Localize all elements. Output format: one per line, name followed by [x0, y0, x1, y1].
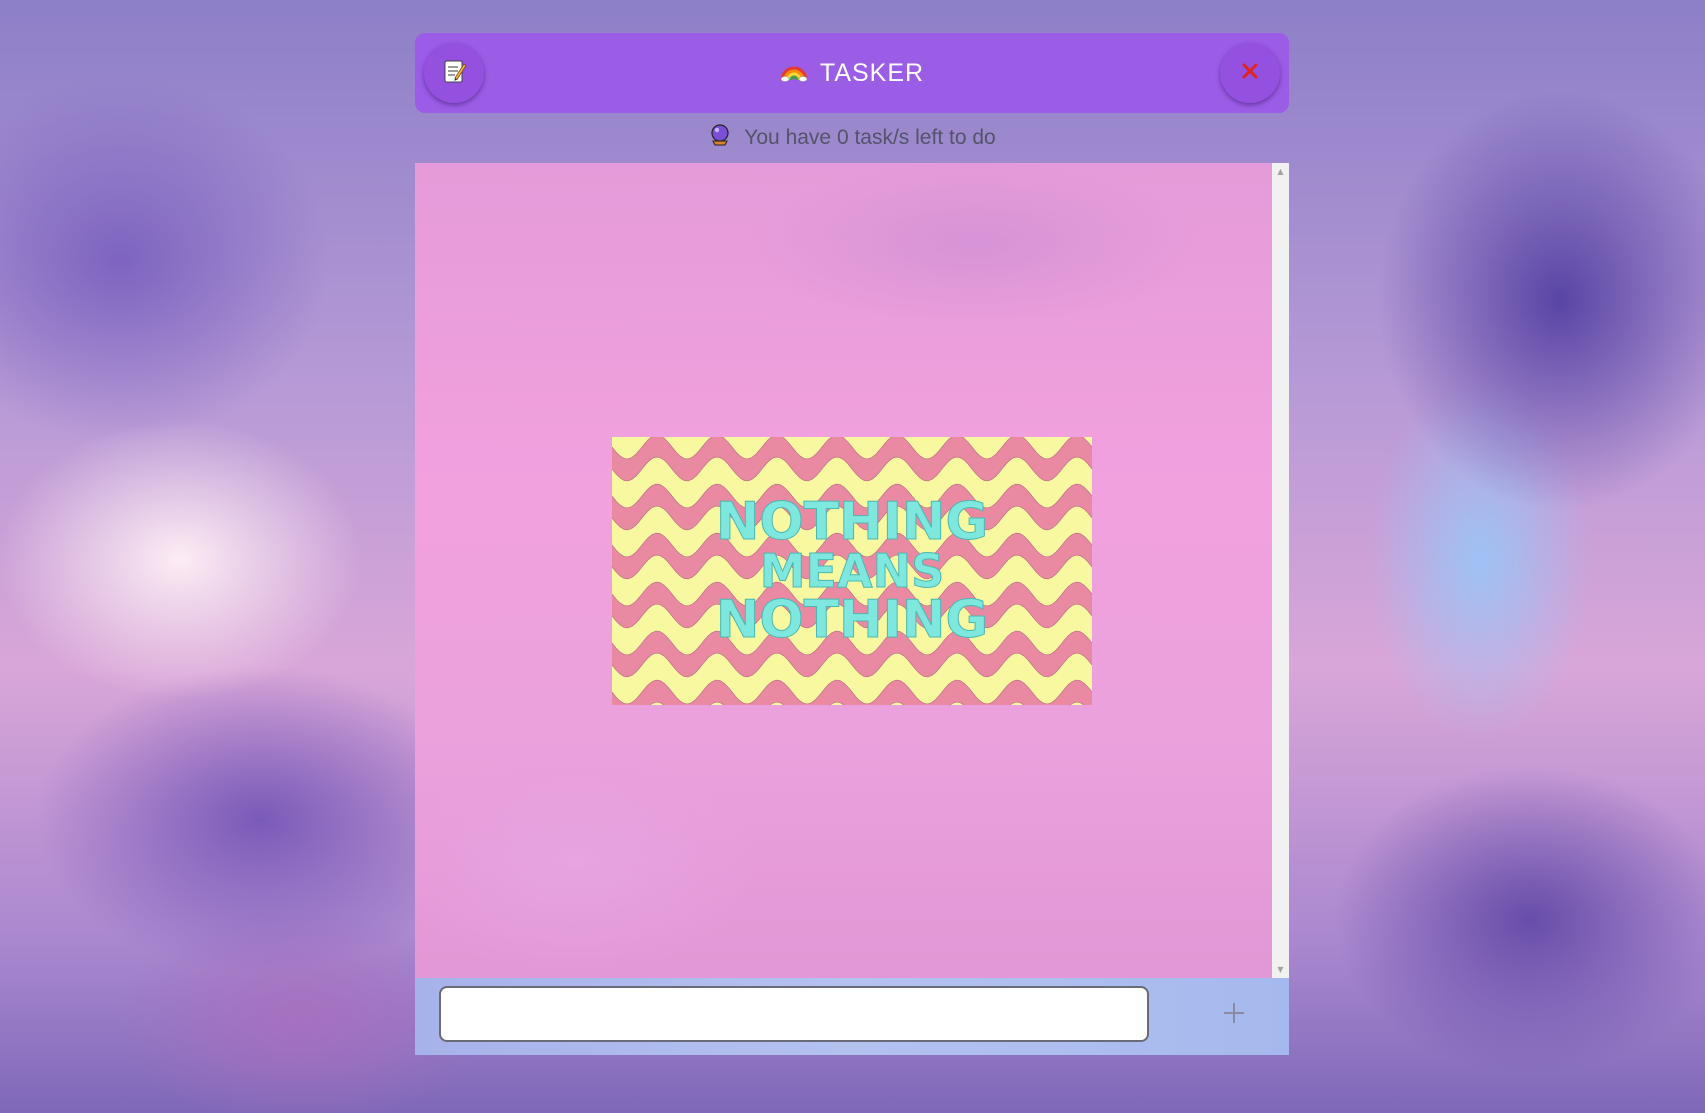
empty-line-1: NOTHING: [716, 492, 988, 552]
crystal-ball-icon: [708, 123, 732, 153]
rainbow-icon: [780, 60, 808, 86]
close-button[interactable]: [1220, 43, 1280, 103]
task-count-text: You have 0 task/s left to do: [744, 126, 996, 149]
plus-icon: [1221, 1000, 1247, 1030]
close-x-icon: [1241, 62, 1259, 84]
app-header: TASKER: [415, 33, 1289, 113]
list-scrollbar[interactable]: ▲ ▼: [1272, 163, 1289, 978]
header-title-group: TASKER: [415, 33, 1289, 113]
tasker-app: TASKER You have 0 task/s left to do NOTH…: [415, 33, 1289, 1055]
app-title: TASKER: [819, 58, 925, 87]
empty-line-3: NOTHING: [716, 590, 988, 650]
empty-state-image: NOTHING MEANS NOTHING: [612, 437, 1092, 705]
scroll-down-arrow-icon[interactable]: ▼: [1272, 961, 1289, 978]
new-task-input[interactable]: [439, 986, 1149, 1042]
task-count-status: You have 0 task/s left to do: [415, 113, 1289, 163]
input-footer: [415, 978, 1289, 1055]
scroll-up-arrow-icon[interactable]: ▲: [1272, 163, 1289, 180]
add-task-button[interactable]: [1219, 1000, 1249, 1030]
task-list-area: NOTHING MEANS NOTHING ▲ ▼: [415, 163, 1289, 978]
